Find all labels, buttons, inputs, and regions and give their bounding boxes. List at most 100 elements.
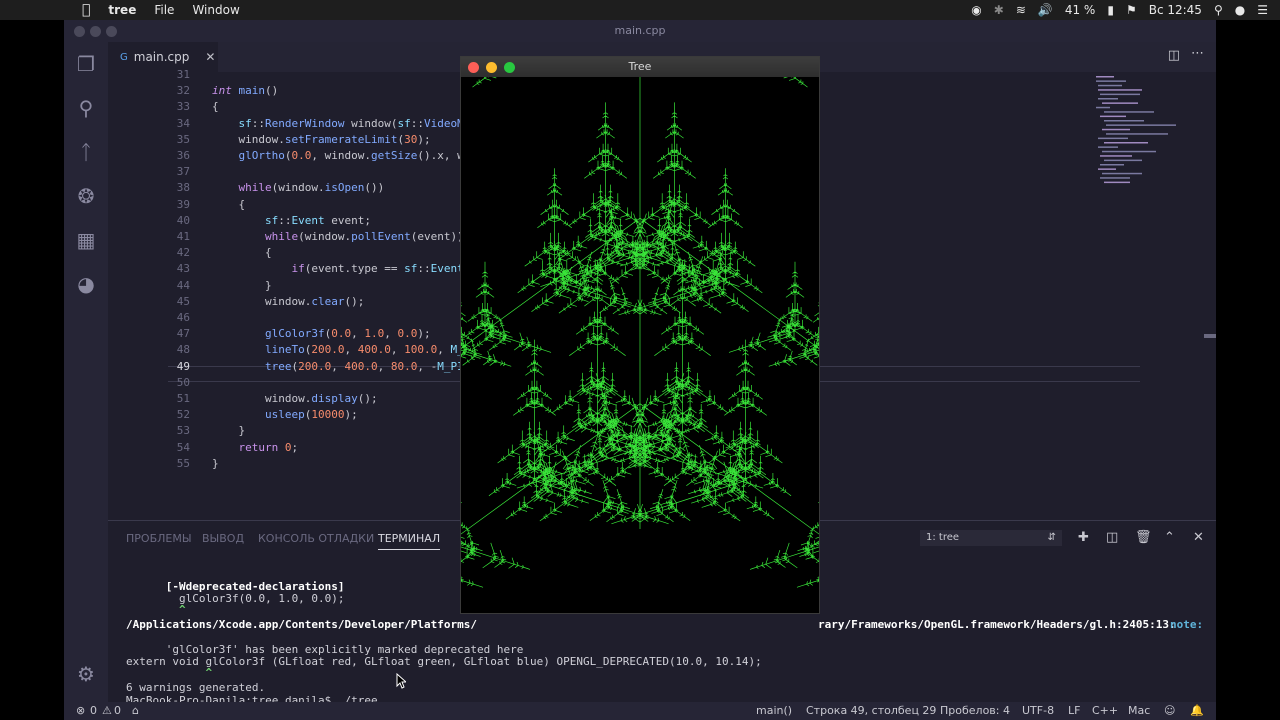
battery-percent[interactable]: 41 % [1065,3,1096,17]
code-line: return 0; [238,440,299,454]
menu-file[interactable]: File [154,3,174,17]
line-number: 33 [176,100,190,114]
tab-debug-console[interactable]: КОНСОЛЬ ОТЛАДКИ [258,532,374,545]
search-icon[interactable]: ⚲ [74,96,98,120]
source-control-icon[interactable]: ᛏ [74,140,98,164]
mouse-pointer-icon [396,673,406,689]
record-icon[interactable]: ◉ [971,3,981,17]
editor-scrollbar[interactable] [1204,334,1216,338]
line-number: 51 [176,392,190,405]
code-line: sf::Event event; [264,213,371,227]
status-function[interactable]: main() [756,704,792,717]
code-line: window.display(); [212,392,378,405]
trash-icon[interactable]: 🗑 [1135,530,1152,545]
flag-icon[interactable]: ⚑ [1126,3,1137,17]
more-actions-icon[interactable]: ⋯ [1191,46,1204,61]
siri-icon[interactable]: ● [1235,3,1245,17]
activity-bar: ❐ ⚲ ᛏ ❂ ▦ ◕ ⚙ [64,42,108,702]
terminal-line: extern void glColor3f (GLfloat red, GLfl… [126,655,762,668]
minimap-line [1102,150,1156,153]
tree-close-button[interactable] [468,62,479,73]
line-number: 48 [176,343,190,357]
line-number: 44 [176,278,190,292]
status-spaces[interactable]: Пробелов: 4 [940,704,1010,717]
tree-minimize-button[interactable] [486,62,497,73]
line-number: 52 [176,408,190,422]
line-number: 38 [176,181,190,195]
minimap-line [1104,120,1144,122]
zoom-button[interactable] [106,26,117,37]
minimap-line [1100,164,1124,166]
wifi-icon[interactable]: ≋ [1016,3,1026,17]
tree-zoom-button[interactable] [504,62,515,73]
debug-icon[interactable]: ❂ [74,184,98,208]
minimap-line [1104,181,1130,184]
window-title: main.cpp [614,24,666,37]
menu-app-name[interactable]: tree [108,3,136,17]
line-number: 31 [176,68,190,81]
split-terminal-icon[interactable]: ◫ [1106,530,1118,545]
status-eol[interactable]: LF [1068,704,1080,717]
bluetooth-icon[interactable]: ✱ [994,3,1004,17]
code-line: int main() [212,84,279,98]
minimap-line [1100,115,1126,118]
terminal-select[interactable]: 1: tree ⇵ [920,530,1062,546]
minimap-line [1102,102,1138,104]
close-button[interactable] [74,26,85,37]
line-number: 37 [176,165,190,179]
menu-window[interactable]: Window [192,3,239,17]
explorer-icon[interactable]: ❐ [74,52,98,76]
menu-list-icon[interactable]: ☰ [1257,3,1268,17]
minimap-line [1096,76,1114,78]
tab-output[interactable]: ВЫВОД [202,532,244,545]
terminal-line: ^ [126,603,186,616]
apple-icon[interactable]:  [82,2,90,18]
line-number: 55 [176,456,190,470]
minimap-line [1100,177,1130,179]
home-icon[interactable]: ⌂ [132,704,139,717]
minimap-line [1098,84,1122,87]
status-encoding[interactable]: UTF-8 [1022,704,1054,717]
line-number: 47 [176,327,190,341]
fractal-tree-canvas [461,77,819,588]
close-panel-icon[interactable]: ✕ [1193,530,1204,545]
search-icon[interactable]: ⚲ [1214,3,1223,17]
minimap-line [1106,133,1168,135]
extensions-icon[interactable]: ▦ [74,228,98,252]
code-line: { [212,246,272,260]
line-number: 32 [176,84,190,98]
status-platform[interactable]: Mac [1128,704,1150,717]
line-number: 43 [176,262,190,276]
line-number: 42 [176,246,190,260]
minimize-button[interactable] [90,26,101,37]
new-terminal-icon[interactable]: ✚ [1078,530,1089,545]
error-count[interactable]: 0 [90,704,97,717]
error-icon[interactable]: ⊗ [76,704,85,717]
minimap-line [1098,168,1116,170]
status-language[interactable]: C++ [1092,704,1118,717]
tab-terminal[interactable]: ТЕРМИНАЛ [378,532,441,550]
maximize-panel-icon[interactable]: ⌃ [1164,530,1175,545]
clock[interactable]: Вс 12:45 [1149,3,1202,17]
battery-icon[interactable]: ▮ [1107,3,1114,17]
minimap[interactable] [1094,72,1194,192]
settings-gear-icon[interactable]: ⚙ [74,662,98,686]
line-number: 54 [176,440,190,454]
warning-icon[interactable]: ⚠ [102,704,112,717]
line-number: 50 [176,375,190,389]
terminal-line: rary/Frameworks/OpenGL.framework/Headers… [818,618,1176,631]
volume-icon[interactable]: 🔊 [1038,3,1053,17]
warning-count[interactable]: 0 [114,704,121,717]
tab-close-icon[interactable]: ✕ [205,50,215,64]
platformio-icon[interactable]: ◕ [74,272,98,296]
minimap-line [1102,172,1142,175]
tab-problems[interactable]: ПРОБЛЕМЫ [126,532,192,545]
code-line: } [212,278,272,292]
split-editor-icon[interactable]: ◫ [1168,48,1180,63]
smiley-icon[interactable]: ☺ [1164,704,1175,717]
minimap-line [1098,146,1118,148]
code-line: while(window.isOpen()) [238,181,385,195]
code-line: { [212,100,219,114]
status-position[interactable]: Строка 49, столбец 29 [806,704,936,717]
bell-icon[interactable]: 🔔 [1190,704,1204,717]
